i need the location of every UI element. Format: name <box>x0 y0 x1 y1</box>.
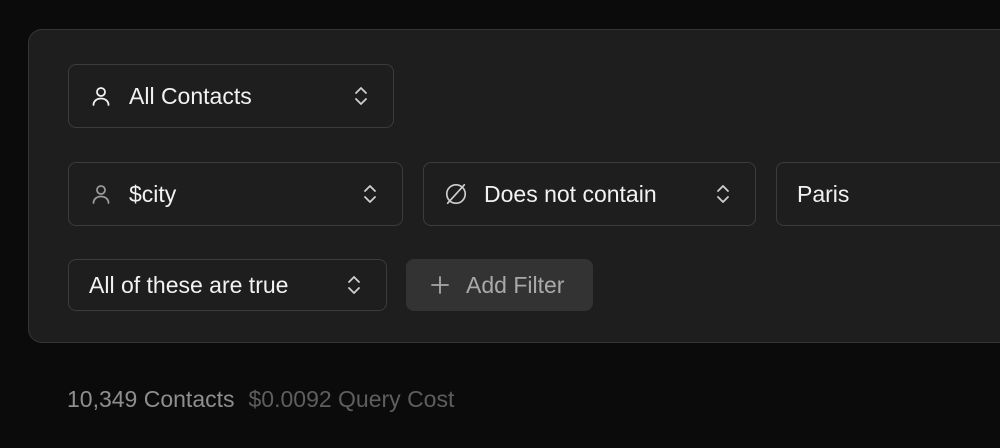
logic-select-label: All of these are true <box>89 271 289 298</box>
audience-select-label: All Contacts <box>129 82 252 109</box>
property-select-label: $city <box>129 180 177 207</box>
logic-select[interactable]: All of these are true <box>68 259 387 311</box>
chevron-up-down-icon <box>353 84 369 108</box>
contacts-count: 10,349 Contacts <box>67 386 235 412</box>
query-summary: 10,349 Contacts $0.0092 Query Cost <box>67 386 454 413</box>
add-filter-button[interactable]: Add Filter <box>406 259 593 311</box>
chevron-up-down-icon <box>362 182 378 206</box>
query-cost: $0.0092 Query Cost <box>248 386 455 412</box>
add-filter-label: Add Filter <box>466 271 565 298</box>
filter-value-text: Paris <box>797 180 850 207</box>
operator-select[interactable]: Does not contain <box>423 162 756 226</box>
person-icon <box>89 84 113 108</box>
empty-set-icon <box>444 182 468 206</box>
chevron-up-down-icon <box>346 273 362 297</box>
property-select[interactable]: $city <box>68 162 403 226</box>
audience-select[interactable]: All Contacts <box>68 64 394 128</box>
operator-select-label: Does not contain <box>484 180 657 207</box>
person-icon <box>89 182 113 206</box>
filter-value-input[interactable]: Paris <box>776 162 1000 226</box>
chevron-up-down-icon <box>715 182 731 206</box>
plus-icon <box>430 275 450 295</box>
